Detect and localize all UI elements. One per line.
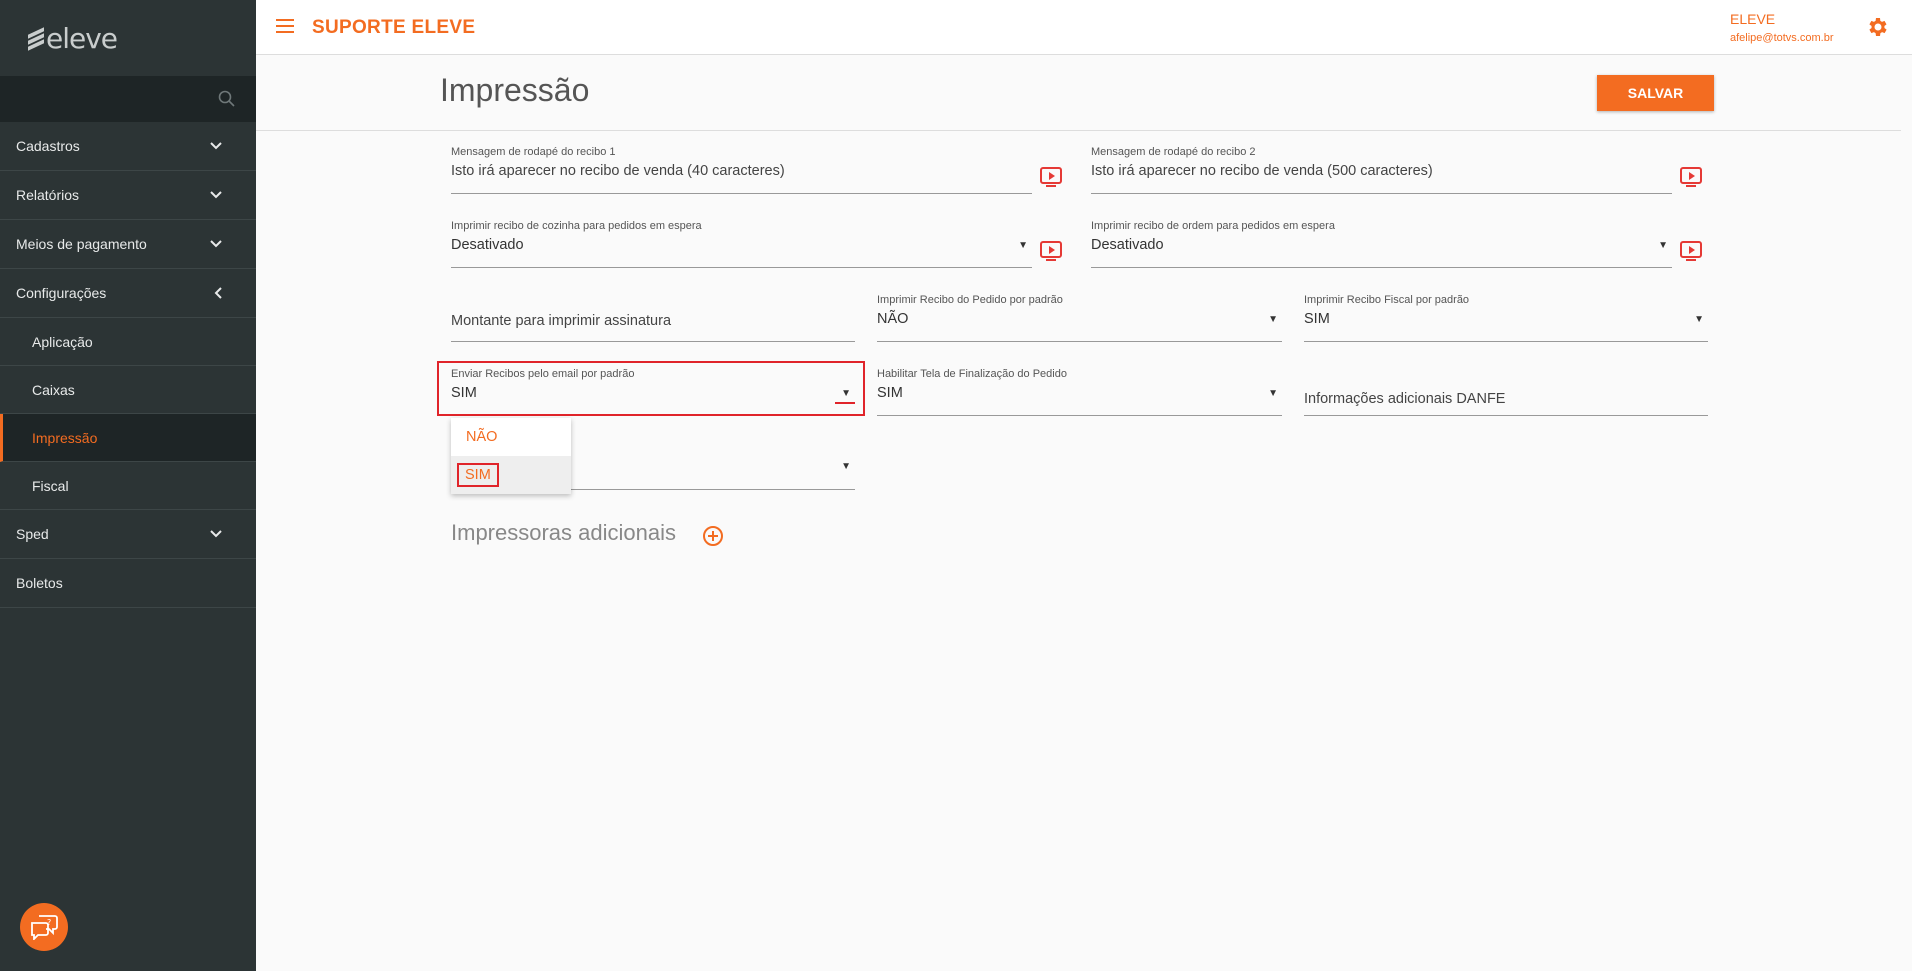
field-label: Mensagem de rodapé do recibo 2: [1091, 146, 1256, 158]
sidebar: eleve Cadastros Relatórios Meios de paga…: [0, 0, 256, 971]
chevron-down-icon: [210, 142, 222, 150]
page-title: Impressão: [440, 72, 590, 108]
dropdown-arrow-icon: ▼: [841, 388, 851, 399]
field-value: SIM: [877, 385, 903, 401]
sidebar-item-configuracoes[interactable]: Configurações: [0, 269, 256, 318]
sidebar-item-sped[interactable]: Sped: [0, 510, 256, 559]
sidebar-item-relatorios[interactable]: Relatórios: [0, 171, 256, 220]
user-name[interactable]: ELEVE: [1730, 11, 1775, 27]
order-receipt-select[interactable]: Imprimir recibo de ordem para pedidos em…: [1091, 218, 1672, 268]
dropdown-arrow-icon: ▼: [1658, 240, 1668, 251]
video-help-icon[interactable]: [1680, 241, 1702, 261]
video-help-icon[interactable]: [1680, 167, 1702, 187]
support-chat-button[interactable]: ?: [20, 903, 68, 951]
sidebar-subitem-label: Fiscal: [32, 477, 69, 494]
save-button[interactable]: SALVAR: [1597, 75, 1714, 111]
dropdown-arrow-icon: ▼: [1268, 388, 1278, 399]
footer-message-1-field[interactable]: Mensagem de rodapé do recibo 1 Isto irá …: [451, 144, 1032, 194]
sidebar-subitem-aplicacao[interactable]: Aplicação: [0, 318, 256, 366]
field-value: SIM: [451, 385, 477, 401]
sidebar-item-label: Cadastros: [16, 138, 80, 154]
field-label: Enviar Recibos pelo email por padrão: [451, 368, 635, 380]
signature-amount-field[interactable]: Montante para imprimir assinatura: [451, 292, 855, 342]
dropdown-arrow-icon: ▼: [1018, 240, 1028, 251]
field-label: Imprimir recibo de cozinha para pedidos …: [451, 220, 702, 232]
sidebar-subitem-label: Aplicação: [32, 333, 93, 350]
order-receipt-default-select[interactable]: Imprimir Recibo do Pedido por padrão NÃO…: [877, 292, 1282, 342]
sidebar-subitem-caixas[interactable]: Caixas: [0, 366, 256, 414]
dropdown-option-label: NÃO: [466, 429, 498, 445]
field-label: Mensagem de rodapé do recibo 1: [451, 146, 616, 158]
logo-mark-icon: [28, 27, 44, 51]
chevron-down-icon: [210, 191, 222, 199]
sidebar-item-label: Boletos: [16, 575, 63, 591]
user-email: afelipe@totvs.com.br: [1730, 32, 1834, 44]
email-receipt-default-select[interactable]: Enviar Recibos pelo email por padrão SIM…: [451, 366, 855, 412]
search-icon[interactable]: [218, 90, 236, 108]
sidebar-item-label: Meios de pagamento: [16, 236, 147, 252]
dropdown-arrow-icon: ▼: [1694, 314, 1704, 325]
field-placeholder: Isto irá aparecer no recibo de venda (50…: [1091, 163, 1433, 179]
sidebar-subitem-label: Impressão: [32, 429, 98, 446]
sidebar-item-boletos[interactable]: Boletos: [0, 559, 256, 608]
sidebar-subitem-label: Caixas: [32, 381, 75, 398]
fiscal-receipt-default-select[interactable]: Imprimir Recibo Fiscal por padrão SIM ▼: [1304, 292, 1708, 342]
dropdown-option-sim[interactable]: SIM: [451, 456, 571, 494]
field-value: Desativado: [451, 237, 524, 253]
dropdown-option-label: SIM: [457, 463, 499, 487]
chevron-down-icon: [210, 240, 222, 248]
app-title: SUPORTE ELEVE: [312, 17, 476, 38]
gear-icon[interactable]: [1865, 15, 1889, 39]
field-label: Imprimir Recibo Fiscal por padrão: [1304, 294, 1470, 306]
field-label: Habilitar Tela de Finalização do Pedido: [877, 368, 1067, 380]
field-placeholder: Informações adicionais DANFE: [1304, 391, 1506, 407]
sidebar-item-label: Relatórios: [16, 187, 80, 203]
sidebar-item-cadastros[interactable]: Cadastros: [0, 122, 256, 171]
sidebar-subitem-impressao[interactable]: Impressão: [0, 414, 256, 462]
sidebar-item-meios-pagamento[interactable]: Meios de pagamento: [0, 220, 256, 269]
field-label-empty: [451, 292, 855, 308]
svg-text:?: ?: [47, 918, 51, 927]
field-value: Desativado: [1091, 237, 1164, 253]
sidebar-item-label: Sped: [16, 526, 49, 542]
header-divider: [256, 130, 1901, 131]
active-underline: [835, 402, 855, 404]
video-help-icon[interactable]: [1040, 241, 1062, 261]
sidebar-item-label: Configurações: [16, 285, 107, 301]
chevron-left-icon: [214, 287, 222, 299]
logo-text: eleve: [46, 21, 118, 55]
additional-printers-title: Impressoras adicionais: [451, 520, 676, 545]
field-value: NÃO: [877, 311, 909, 327]
field-label-empty: [1304, 366, 1708, 382]
dropdown-arrow-icon: ▼: [1268, 314, 1278, 325]
menu-icon[interactable]: [276, 19, 294, 37]
dropdown-option-nao[interactable]: NÃO: [451, 418, 571, 456]
kitchen-receipt-select[interactable]: Imprimir recibo de cozinha para pedidos …: [451, 218, 1032, 268]
dropdown-arrow-icon: ▼: [841, 461, 851, 472]
danfe-info-field[interactable]: Informações adicionais DANFE: [1304, 366, 1708, 416]
field-placeholder: Isto irá aparecer no recibo de venda (40…: [451, 163, 785, 179]
sidebar-subitem-fiscal[interactable]: Fiscal: [0, 462, 256, 510]
field-label: Imprimir recibo de ordem para pedidos em…: [1091, 220, 1335, 232]
finish-screen-select[interactable]: Habilitar Tela de Finalização do Pedido …: [877, 366, 1282, 416]
field-value: SIM: [1304, 311, 1330, 327]
field-placeholder: Montante para imprimir assinatura: [451, 313, 672, 329]
add-printer-icon[interactable]: [703, 526, 723, 546]
dropdown-menu: NÃO SIM: [451, 418, 571, 494]
logo: eleve: [0, 0, 256, 76]
chat-help-icon: ?: [31, 915, 58, 940]
sidebar-search[interactable]: [0, 76, 256, 122]
video-help-icon[interactable]: [1040, 167, 1062, 187]
chevron-down-icon: [210, 530, 222, 538]
footer-message-2-field[interactable]: Mensagem de rodapé do recibo 2 Isto irá …: [1091, 144, 1672, 194]
field-label: Imprimir Recibo do Pedido por padrão: [877, 294, 1063, 306]
top-bar: SUPORTE ELEVE ELEVE afelipe@totvs.com.br: [256, 0, 1912, 55]
